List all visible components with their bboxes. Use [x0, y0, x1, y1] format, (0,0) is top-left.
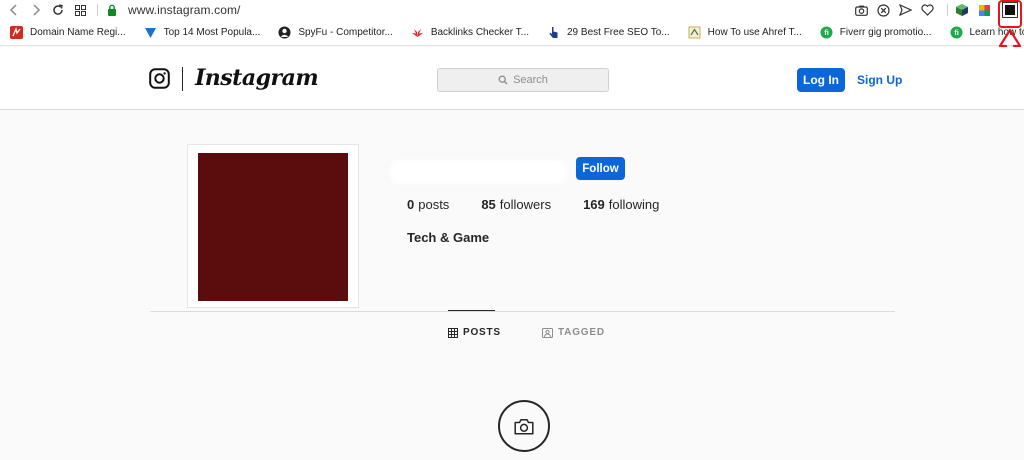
extension-cube-icon[interactable]	[954, 2, 970, 18]
toolbar-divider	[97, 4, 98, 16]
profile-stats: 0 posts 85 followers 169 following	[407, 197, 691, 212]
forward-button[interactable]	[25, 0, 47, 20]
toolbar-divider	[947, 4, 948, 16]
tab-tagged[interactable]: TAGGED	[542, 327, 605, 338]
reload-button[interactable]	[47, 0, 69, 20]
posts-count: 0 posts	[407, 197, 450, 212]
username-redacted	[390, 160, 566, 184]
chevron-right-icon	[33, 4, 41, 16]
cursor-hand-icon	[547, 26, 560, 39]
huawei-icon	[411, 26, 424, 39]
lock-icon	[108, 4, 116, 16]
address-bar[interactable]: www.instagram.com/	[128, 3, 241, 17]
namecheap-icon	[10, 26, 23, 39]
grid-icon	[74, 4, 86, 16]
tab-grid-button[interactable]	[69, 0, 91, 20]
following-count[interactable]: 169 following	[583, 197, 659, 212]
bookmarks-bar: Domain Name Regi... Top 14 Most Popula..…	[0, 20, 1024, 46]
spyfu-icon	[278, 26, 291, 39]
login-button[interactable]: Log In	[797, 68, 845, 92]
fiverr-icon: fi	[820, 26, 833, 39]
tab-posts[interactable]: POSTS	[448, 327, 501, 338]
instagram-camera-logo-icon[interactable]	[149, 68, 170, 89]
logo-divider	[182, 67, 183, 91]
annotation-highlight-box	[998, 0, 1022, 28]
no-posts-camera-circle	[498, 400, 550, 452]
shield-block-icon[interactable]	[875, 2, 891, 18]
browser-toolbar: www.instagram.com/	[0, 0, 1024, 20]
search-placeholder: Search	[513, 74, 548, 86]
bookmark-item[interactable]: 29 Best Free SEO To...	[547, 26, 670, 39]
reload-icon	[53, 4, 63, 15]
bookmark-item[interactable]: Domain Name Regi...	[10, 26, 126, 39]
profile-picture[interactable]	[198, 153, 348, 301]
ahrefs-icon	[688, 26, 701, 39]
send-icon[interactable]	[897, 2, 913, 18]
search-input[interactable]: Search	[437, 68, 609, 92]
bookmark-item[interactable]: fi Fiverr gig promotio...	[820, 26, 932, 39]
fiverr-icon: fi	[950, 26, 963, 39]
back-button[interactable]	[3, 0, 25, 20]
camera-icon[interactable]	[853, 2, 869, 18]
camera-icon	[514, 418, 534, 435]
bookmark-item[interactable]: SpyFu - Competitor...	[278, 26, 393, 39]
followers-count[interactable]: 85 followers	[481, 197, 551, 212]
extension-colorful-icon[interactable]	[976, 2, 992, 18]
svg-text:fi: fi	[954, 28, 959, 37]
heart-icon[interactable]	[919, 2, 935, 18]
bookmark-item[interactable]: Backlinks Checker T...	[411, 26, 529, 39]
signup-link[interactable]: Sign Up	[857, 73, 902, 87]
grid-icon	[448, 327, 458, 338]
active-tab-indicator	[448, 310, 495, 311]
follow-button[interactable]: Follow	[576, 157, 625, 180]
tagged-person-icon	[542, 327, 553, 338]
tabs-divider	[150, 311, 895, 312]
bookmark-item[interactable]: Top 14 Most Popula...	[144, 26, 260, 39]
instagram-wordmark[interactable]: Instagram	[195, 65, 319, 91]
search-icon	[498, 75, 508, 85]
bookmark-item[interactable]: How To use Ahref T...	[688, 26, 802, 39]
chevron-left-icon	[9, 4, 17, 16]
svg-text:fi: fi	[824, 28, 829, 37]
triangle-icon	[144, 26, 157, 39]
profile-bio: Tech & Game	[407, 230, 490, 245]
instagram-header: Instagram Search Log In Sign Up	[0, 47, 1024, 110]
